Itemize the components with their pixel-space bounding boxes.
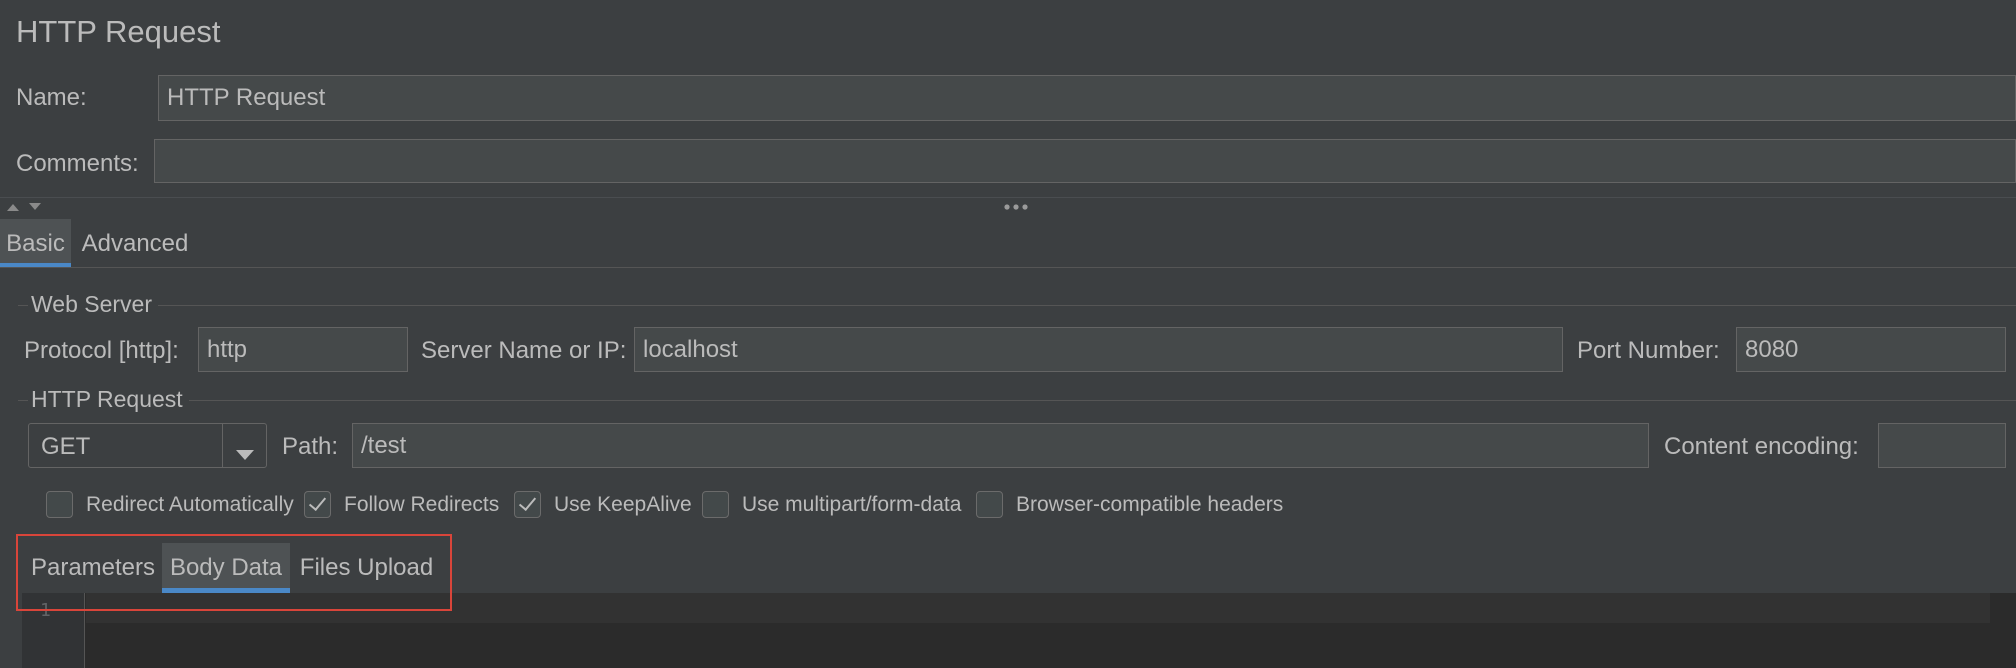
web-server-title: Web Server <box>28 291 159 318</box>
tab-basic-label: Basic <box>6 229 65 257</box>
protocol-label: Protocol [http]: <box>24 337 179 364</box>
http-request-section-title: HTTP Request <box>28 386 189 413</box>
server-name-label: Server Name or IP: <box>421 337 627 364</box>
name-input-value: HTTP Request <box>167 84 326 111</box>
server-name-input-value: localhost <box>643 335 738 363</box>
chevron-down-icon[interactable] <box>234 440 256 460</box>
content-encoding-input[interactable] <box>1878 423 2006 468</box>
comments-input[interactable] <box>154 139 2016 183</box>
browser-compatible-headers-label: Browser-compatible headers <box>1016 493 1284 516</box>
redirect-automatically-label: Redirect Automatically <box>86 493 294 516</box>
method-select-separator <box>222 424 223 467</box>
collapse-up-icon[interactable] <box>6 199 20 211</box>
follow-redirects-label: Follow Redirects <box>344 493 500 516</box>
port-number-label: Port Number: <box>1577 337 1720 364</box>
method-select-value: GET <box>41 433 91 460</box>
tab-advanced[interactable]: Advanced <box>76 219 194 268</box>
port-number-input-value: 8080 <box>1745 335 1799 363</box>
follow-redirects-checkbox[interactable] <box>304 491 331 518</box>
use-multipart-checkbox[interactable] <box>702 491 729 518</box>
name-label: Name: <box>16 84 87 111</box>
collapse-down-icon[interactable] <box>28 199 42 210</box>
browser-compatible-headers-checkbox[interactable] <box>976 491 1003 518</box>
use-multipart-label: Use multipart/form-data <box>742 493 962 516</box>
comments-label: Comments: <box>16 150 139 177</box>
protocol-input[interactable]: http <box>198 327 408 372</box>
panel-title: HTTP Request <box>16 14 221 49</box>
method-select[interactable]: GET <box>28 423 267 468</box>
content-encoding-label: Content encoding: <box>1664 433 1859 460</box>
server-name-input[interactable]: localhost <box>634 327 1563 372</box>
splitter-line <box>0 197 2016 198</box>
protocol-input-value: http <box>207 335 248 363</box>
redirect-automatically-checkbox[interactable] <box>46 491 73 518</box>
web-server-group-border <box>18 305 2016 306</box>
tabs-divider <box>0 267 2016 268</box>
use-keepalive-label: Use KeepAlive <box>554 493 692 516</box>
path-input[interactable]: /test <box>352 423 1649 468</box>
splitter-handle-icon[interactable] <box>1003 199 1031 210</box>
tab-basic[interactable]: Basic <box>0 219 71 268</box>
path-label: Path: <box>282 433 339 460</box>
port-number-input[interactable]: 8080 <box>1736 327 2006 372</box>
tab-advanced-label: Advanced <box>81 229 189 257</box>
path-input-value: /test <box>361 431 407 459</box>
highlight-box <box>16 534 452 611</box>
use-keepalive-checkbox[interactable] <box>514 491 541 518</box>
http-request-group-border <box>18 400 2016 401</box>
name-input[interactable]: HTTP Request <box>158 75 2016 121</box>
